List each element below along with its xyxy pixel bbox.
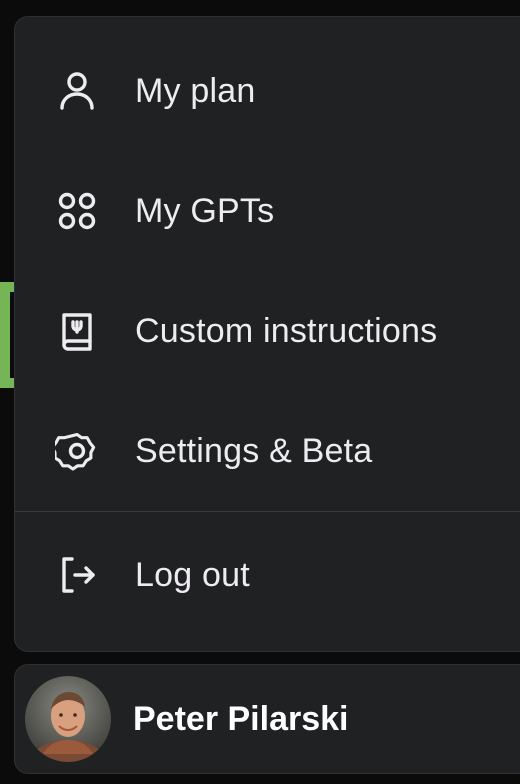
menu-item-label: My plan xyxy=(135,72,256,110)
user-icon xyxy=(55,69,99,113)
avatar xyxy=(25,676,111,762)
menu-item-label: Settings & Beta xyxy=(135,432,373,470)
menu-item-label: Custom instructions xyxy=(135,312,438,350)
screen: My plan My GPTs Custom instructions Sett… xyxy=(0,0,520,784)
menu-item-label: Log out xyxy=(135,556,250,594)
menu-item-custom-instructions[interactable]: Custom instructions xyxy=(15,271,520,391)
menu-item-my-gpts[interactable]: My GPTs xyxy=(15,151,520,271)
menu-divider xyxy=(15,511,520,512)
account-menu: My plan My GPTs Custom instructions Sett… xyxy=(14,16,520,652)
menu-item-label: My GPTs xyxy=(135,192,275,230)
instructions-book-icon xyxy=(55,309,99,353)
menu-item-settings[interactable]: Settings & Beta xyxy=(15,391,520,511)
grid-circles-icon xyxy=(55,189,99,233)
user-profile-button[interactable]: Peter Pilarski xyxy=(14,664,520,774)
profile-name: Peter Pilarski xyxy=(133,699,349,738)
menu-item-log-out[interactable]: Log out xyxy=(15,515,520,635)
logout-icon xyxy=(55,553,99,597)
menu-item-my-plan[interactable]: My plan xyxy=(15,31,520,151)
gear-icon xyxy=(55,429,99,473)
